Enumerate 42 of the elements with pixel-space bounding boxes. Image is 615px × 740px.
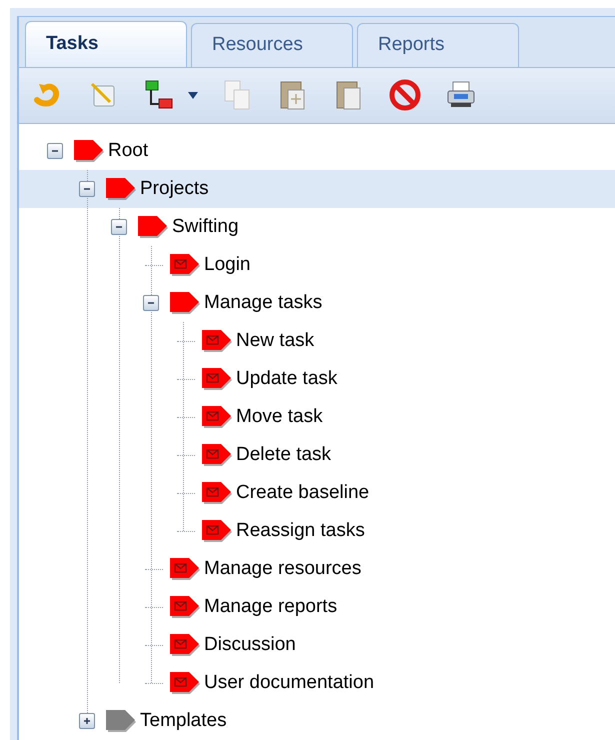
tree-row[interactable]: Reassign tasks: [19, 512, 615, 550]
tree-node-label: Update task: [236, 366, 338, 391]
tree-row[interactable]: User documentation: [19, 664, 615, 702]
tree-node-label: Projects: [140, 176, 209, 201]
tree-row[interactable]: Templates: [19, 702, 615, 740]
expand-toggle-icon[interactable]: [79, 713, 95, 729]
tree-row[interactable]: Create baseline: [19, 474, 615, 512]
delete-forbidden-icon[interactable]: [387, 77, 423, 114]
tree-node-label: User documentation: [204, 670, 374, 695]
collapse-toggle-icon[interactable]: [79, 181, 95, 197]
tree-row[interactable]: Manage resources: [19, 550, 615, 588]
tree-node-label: Discussion: [204, 632, 296, 657]
tree-node-label: New task: [236, 328, 314, 353]
tree-node-label: Delete task: [236, 442, 332, 467]
tab[interactable]: Resources: [191, 22, 353, 67]
tree-row[interactable]: Projects: [19, 170, 615, 208]
tree-row[interactable]: Manage reports: [19, 588, 615, 626]
tree-node-label: Login: [204, 252, 250, 277]
tab[interactable]: Reports: [357, 22, 519, 67]
tree-node-label: Swifting: [172, 214, 239, 239]
tree-row[interactable]: Root: [19, 132, 615, 170]
collapse-toggle-icon[interactable]: [143, 295, 159, 311]
tree-row[interactable]: Update task: [19, 360, 615, 398]
tree-row[interactable]: Manage tasks: [19, 284, 615, 322]
tree-node-label: Templates: [140, 708, 227, 733]
tree-node-label: Create baseline: [236, 480, 370, 505]
tree-node-label: Manage resources: [204, 556, 362, 581]
tree-row[interactable]: Discussion: [19, 626, 615, 664]
tree-row[interactable]: Swifting: [19, 208, 615, 246]
tree-node-label: Manage tasks: [204, 290, 322, 315]
tab[interactable]: Tasks: [25, 20, 187, 67]
tree-row[interactable]: Delete task: [19, 436, 615, 474]
tree-row[interactable]: Move task: [19, 398, 615, 436]
tree-node-label: Move task: [236, 404, 323, 429]
collapse-toggle-icon[interactable]: [47, 143, 63, 159]
collapse-toggle-icon[interactable]: [111, 219, 127, 235]
tree-node-label: Root: [108, 138, 148, 163]
tree-row[interactable]: New task: [19, 322, 615, 360]
tree-row[interactable]: Login: [19, 246, 615, 284]
dropdown-caret-icon[interactable]: [187, 89, 199, 102]
tree-node-label: Manage reports: [204, 594, 338, 619]
tree-node-label: Reassign tasks: [236, 518, 365, 543]
